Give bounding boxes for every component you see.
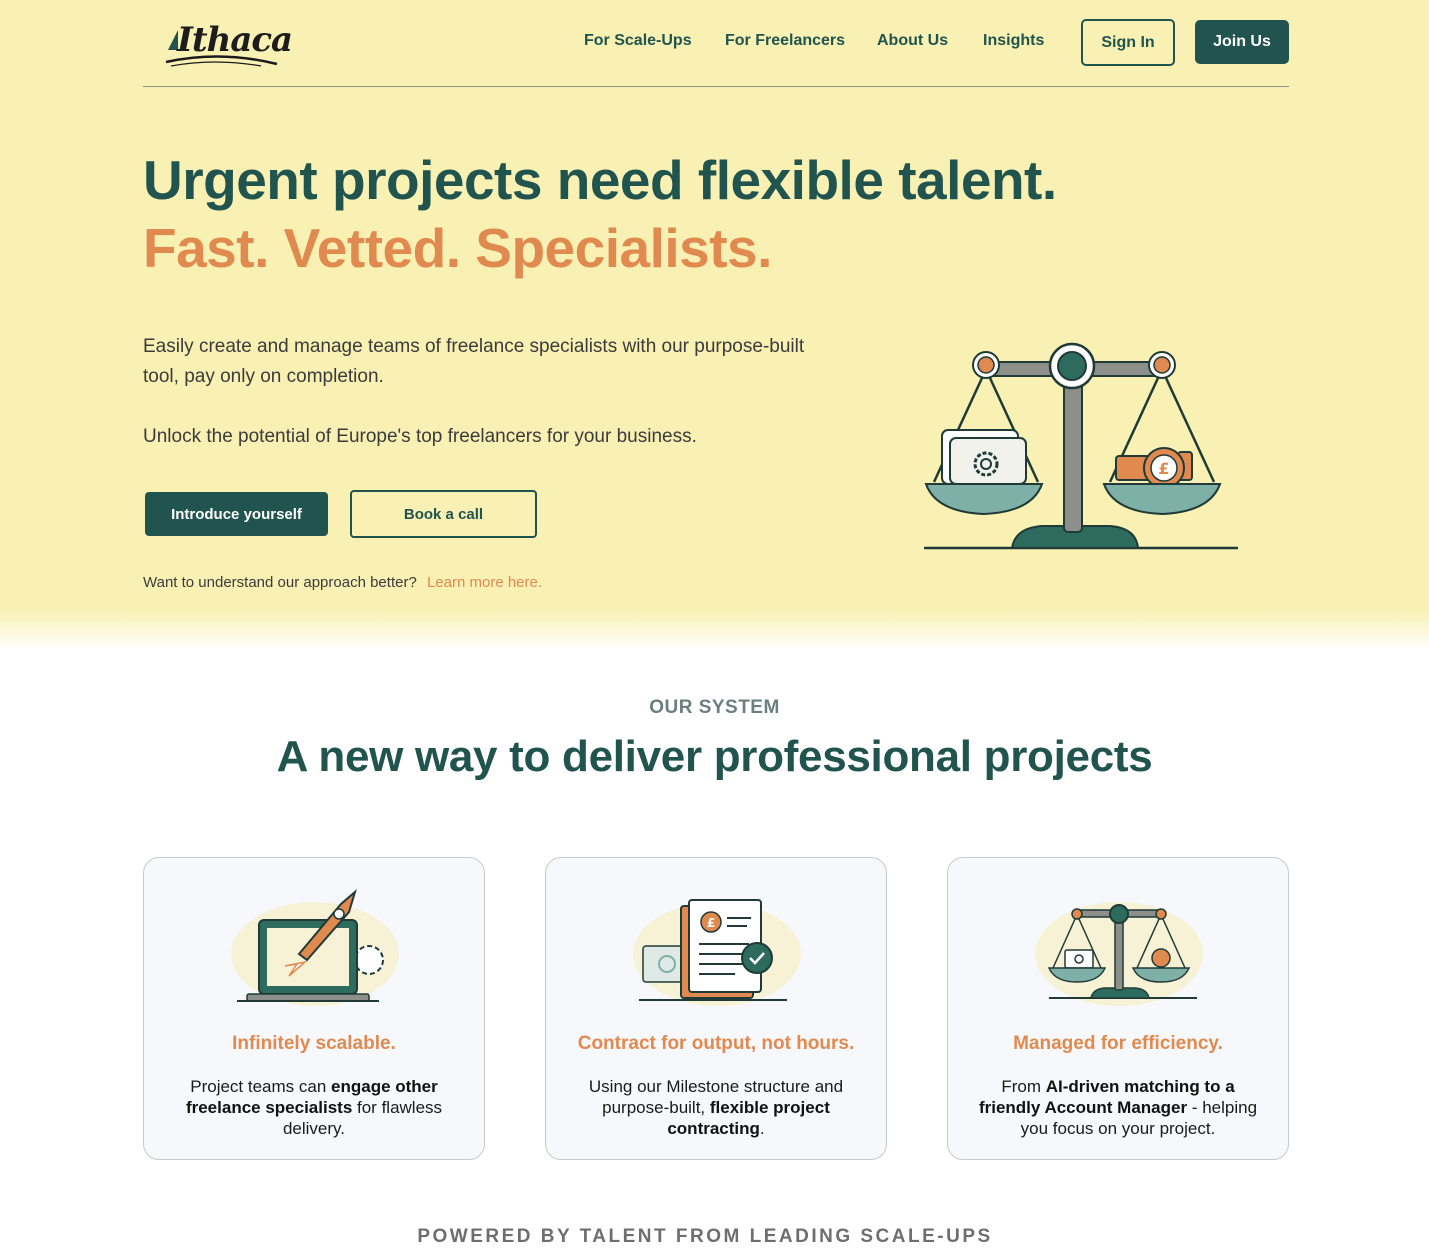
join-us-button[interactable]: Join Us — [1195, 20, 1289, 64]
svg-text:£: £ — [707, 916, 715, 930]
card-body: Using our Milestone structure and purpos… — [568, 1076, 864, 1139]
card-body-text: From — [1001, 1077, 1046, 1096]
nav-link-freelancers[interactable]: For Freelancers — [725, 32, 845, 50]
section-kicker: OUR SYSTEM — [649, 697, 780, 718]
learn-more-link[interactable]: Learn more here. — [427, 574, 542, 591]
card-body-text: Project teams can — [190, 1077, 332, 1096]
hero-headline: Urgent projects need flexible talent. — [143, 149, 1057, 211]
sign-in-button[interactable]: Sign In — [1081, 19, 1175, 66]
rocket-laptop-icon — [231, 889, 399, 1006]
card-title: Managed for efficiency. — [1013, 1033, 1223, 1054]
ithaca-logo[interactable]: Ithaca — [165, 14, 293, 70]
introduce-yourself-button[interactable]: Introduce yourself — [145, 492, 328, 536]
hero-fade — [0, 610, 1429, 650]
card-body: Project teams can engage other freelance… — [166, 1076, 462, 1139]
card-title: Contract for output, not hours. — [577, 1033, 855, 1054]
card-body-text: . — [759, 1119, 765, 1138]
learn-more-line: Want to understand our approach better? … — [143, 574, 542, 591]
card-body: From AI-driven matching to a friendly Ac… — [970, 1076, 1266, 1139]
balance-scale-icon — [1035, 902, 1203, 1006]
feature-card-contract: £ Contract for output, not hours. Using … — [545, 857, 887, 1160]
nav-link-about-us[interactable]: About Us — [877, 32, 948, 50]
learn-more-prompt: Want to understand our approach better? — [143, 574, 417, 591]
nav-link-scale-ups[interactable]: For Scale-Ups — [584, 32, 692, 50]
svg-text:£: £ — [1158, 459, 1169, 478]
feature-card-managed: Managed for efficiency. From AI-driven m… — [947, 857, 1289, 1160]
contract-document-icon: £ — [633, 899, 801, 1006]
hero-subheadline: Fast. Vetted. Specialists. — [143, 217, 772, 279]
card-title: Infinitely scalable. — [232, 1033, 396, 1054]
nav-link-insights[interactable]: Insights — [983, 32, 1044, 50]
hero-paragraph-secondary: Unlock the potential of Europe's top fre… — [143, 426, 697, 447]
logo-wordmark: Ithaca — [177, 20, 293, 60]
hero-paragraph: Easily create and manage teams of freela… — [143, 336, 805, 387]
powered-by-heading: POWERED BY TALENT FROM LEADING SCALE-UPS — [417, 1226, 993, 1247]
feature-card-scalable: Infinitely scalable. Project teams can e… — [143, 857, 485, 1160]
book-a-call-button[interactable]: Book a call — [350, 490, 537, 538]
section-title: A new way to deliver professional projec… — [276, 732, 1153, 781]
top-nav: Ithaca For Scale-Ups For Freelancers Abo… — [143, 0, 1289, 87]
balance-scale-illustration: £ — [924, 342, 1238, 550]
